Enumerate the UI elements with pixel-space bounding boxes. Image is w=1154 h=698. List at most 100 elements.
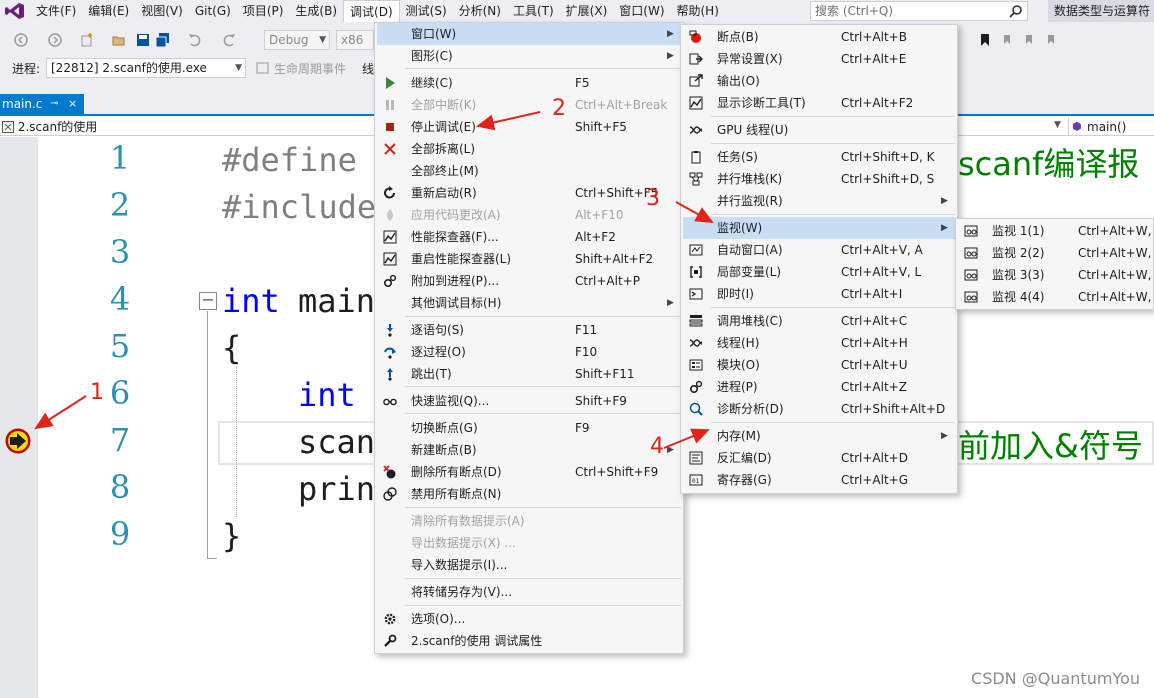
process-select[interactable]: [22812] 2.scanf的使用.exe ▼ bbox=[46, 58, 246, 78]
next-bookmark-icon[interactable] bbox=[1022, 33, 1036, 47]
menu-item-autos[interactable]: 自动窗口(A) Ctrl+Alt+V, A bbox=[683, 239, 955, 261]
menu-separator bbox=[711, 116, 955, 117]
menu-item-restart[interactable]: 重新启动(R) Ctrl+Shift+F5 bbox=[377, 182, 681, 204]
menu-item-apply-code-changes[interactable]: 应用代码更改(A) Alt+F10 bbox=[377, 204, 681, 226]
menu-item-tasks[interactable]: 任务(S) Ctrl+Shift+D, K bbox=[683, 146, 955, 168]
menu-item-terminate-all[interactable]: 全部终止(M) bbox=[377, 160, 681, 182]
configuration-select[interactable]: Debug ▼ bbox=[264, 30, 330, 50]
menu-edit[interactable]: 编辑(E) bbox=[82, 0, 135, 22]
menu-item-memory[interactable]: 内存(M) ▶ bbox=[683, 425, 955, 447]
menu-tools[interactable]: 工具(T) bbox=[507, 0, 560, 22]
menu-item-watch-3[interactable]: 监视 3(3) Ctrl+Alt+W, 3 bbox=[958, 264, 1154, 286]
indicator-margin[interactable] bbox=[0, 137, 38, 698]
menu-item-step-over[interactable]: 逐过程(O) F10 bbox=[377, 341, 681, 363]
menu-item-quick-watch[interactable]: 快速监视(Q)... Shift+F9 bbox=[377, 390, 681, 412]
save-icon[interactable] bbox=[136, 33, 150, 47]
menu-item-watch[interactable]: 监视(W) ▶ bbox=[683, 217, 955, 239]
save-all-icon[interactable] bbox=[156, 33, 170, 47]
menu-item-parallel-watch[interactable]: 并行监视(R) ▶ bbox=[683, 190, 955, 212]
menu-item-processes[interactable]: 进程(P) Ctrl+Alt+Z bbox=[683, 376, 955, 398]
lifecycle-events-icon[interactable] bbox=[256, 61, 270, 75]
lifecycle-events-label[interactable]: 生命周期事件 bbox=[274, 60, 346, 77]
redo-icon[interactable] bbox=[222, 33, 236, 47]
menu-extensions[interactable]: 扩展(X) bbox=[560, 0, 614, 22]
menu-item-graphics[interactable]: 图形(C) ▶ bbox=[377, 45, 681, 67]
menu-item-options[interactable]: 选项(O)... bbox=[377, 608, 681, 630]
menu-item-immediate[interactable]: 即时(I) Ctrl+Alt+I bbox=[683, 283, 955, 305]
menu-item-debug-properties[interactable]: 2.scanf的使用 调试属性 bbox=[377, 630, 681, 652]
menu-item-continue[interactable]: 继续(C) F5 bbox=[377, 72, 681, 94]
menu-view[interactable]: 视图(V) bbox=[135, 0, 189, 22]
menu-item-shortcut: Ctrl+Alt+W, 1 bbox=[1078, 224, 1154, 238]
project-scope-dropdown[interactable]: 2.scanf的使用 bbox=[2, 118, 97, 136]
bookmark-icon[interactable] bbox=[978, 33, 992, 47]
menu-item-gpu-threads[interactable]: GPU 线程(U) bbox=[683, 119, 955, 141]
search-input[interactable]: 搜索 (Ctrl+Q) bbox=[810, 1, 1028, 21]
clear-bookmarks-icon[interactable] bbox=[1044, 33, 1058, 47]
menu-item-locals[interactable]: 局部变量(L) Ctrl+Alt+V, L bbox=[683, 261, 955, 283]
menu-item-relaunch-profiler[interactable]: 重启性能探查器(L) Shift+Alt+F2 bbox=[377, 248, 681, 270]
menu-window[interactable]: 窗口(W) bbox=[613, 0, 670, 22]
menu-help[interactable]: 帮助(H) bbox=[671, 0, 725, 22]
menu-project[interactable]: 项目(P) bbox=[237, 0, 290, 22]
open-folder-icon[interactable] bbox=[112, 33, 126, 47]
menu-item-diagnostic-tools[interactable]: 显示诊断工具(T) Ctrl+Alt+F2 bbox=[683, 92, 955, 114]
new-project-icon[interactable] bbox=[80, 33, 94, 47]
menu-item-shortcut: Ctrl+Alt+G bbox=[841, 473, 909, 487]
menu-item-performance-profiler[interactable]: 性能探查器(F)... Alt+F2 bbox=[377, 226, 681, 248]
menu-item-exception-settings[interactable]: 异常设置(X) Ctrl+Alt+E bbox=[683, 48, 955, 70]
chevron-down-icon[interactable]: ▼ bbox=[1054, 120, 1061, 130]
search-icon[interactable] bbox=[1009, 4, 1023, 18]
menu-item-output[interactable]: 输出(O) bbox=[683, 70, 955, 92]
menu-item-export-datatips[interactable]: 导出数据提示(X) ... bbox=[377, 532, 681, 554]
visual-studio-logo-icon[interactable] bbox=[0, 0, 30, 22]
function-scope-dropdown[interactable]: ⬢ main() bbox=[1068, 118, 1154, 136]
menu-analyze[interactable]: 分析(N) bbox=[453, 0, 507, 22]
menu-item-stop-debugging[interactable]: 停止调试(E) Shift+F5 bbox=[377, 116, 681, 138]
menu-item-parallel-stacks[interactable]: 并行堆栈(K) Ctrl+Shift+D, S bbox=[683, 168, 955, 190]
menu-item-new-breakpoint[interactable]: 新建断点(B) ▶ bbox=[377, 439, 681, 461]
menu-separator bbox=[711, 307, 955, 308]
menu-item-disassembly[interactable]: 反汇编(D) Ctrl+Alt+D bbox=[683, 447, 955, 469]
menu-test[interactable]: 测试(S) bbox=[400, 0, 453, 22]
menu-item-attach-to-process[interactable]: 附加到进程(P)... Ctrl+Alt+P bbox=[377, 270, 681, 292]
menu-item-watch-4[interactable]: 监视 4(4) Ctrl+Alt+W, 4 bbox=[958, 286, 1154, 308]
menu-item-toggle-breakpoint[interactable]: 切换断点(G) F9 bbox=[377, 417, 681, 439]
menu-item-window[interactable]: 窗口(W) ▶ bbox=[377, 23, 681, 45]
menu-item-import-datatips[interactable]: 导入数据提示(I)... bbox=[377, 554, 681, 576]
menu-item-threads[interactable]: 线程(H) Ctrl+Alt+H bbox=[683, 332, 955, 354]
menu-item-label: 新建断点(B) bbox=[411, 443, 477, 457]
undo-icon[interactable] bbox=[188, 33, 202, 47]
menu-item-watch-2[interactable]: 监视 2(2) Ctrl+Alt+W, 2 bbox=[958, 242, 1154, 264]
menu-item-delete-all-breakpoints[interactable]: 删除所有断点(D) Ctrl+Shift+F9 bbox=[377, 461, 681, 483]
menu-item-save-dump-as[interactable]: 将转储另存为(V)... bbox=[377, 581, 681, 603]
close-icon[interactable]: × bbox=[68, 94, 77, 114]
menu-item-step-into[interactable]: 逐语句(S) F11 bbox=[377, 319, 681, 341]
menu-item-step-out[interactable]: 跳出(T) Shift+F11 bbox=[377, 363, 681, 385]
menu-debug[interactable]: 调试(D) bbox=[343, 0, 400, 22]
menu-item-watch-1[interactable]: 监视 1(1) Ctrl+Alt+W, 1 bbox=[958, 220, 1154, 242]
pin-icon[interactable]: ⊸ bbox=[50, 94, 58, 114]
menu-item-detach-all[interactable]: 全部拆离(L) bbox=[377, 138, 681, 160]
menu-item-call-stack[interactable]: 调用堆栈(C) Ctrl+Alt+C bbox=[683, 310, 955, 332]
menu-item-breakpoints-window[interactable]: 断点(B) Ctrl+Alt+B bbox=[683, 26, 955, 48]
platform-select[interactable]: x86 bbox=[336, 30, 374, 50]
menu-item-break-all[interactable]: 全部中断(K) Ctrl+Alt+Break bbox=[377, 94, 681, 116]
menu-git[interactable]: Git(G) bbox=[189, 0, 237, 22]
menu-item-diagnostic-analysis[interactable]: 诊断分析(D) Ctrl+Shift+Alt+D bbox=[683, 398, 955, 420]
tab-main-c[interactable]: main.c ⊸ × bbox=[0, 94, 84, 114]
execution-pointer-icon[interactable] bbox=[4, 427, 32, 455]
menu-build[interactable]: 生成(B) bbox=[289, 0, 343, 22]
collapse-toggle[interactable]: − bbox=[199, 292, 217, 310]
previous-bookmark-icon[interactable] bbox=[1000, 33, 1014, 47]
menu-item-clear-datatips[interactable]: 清除所有数据提示(A) bbox=[377, 510, 681, 532]
menu-item-registers[interactable]: 01 寄存器(G) Ctrl+Alt+G bbox=[683, 469, 955, 491]
menu-item-label: 异常设置(X) bbox=[717, 52, 783, 66]
menu-item-disable-all-breakpoints[interactable]: 禁用所有断点(N) bbox=[377, 483, 681, 505]
menu-item-modules[interactable]: 模块(O) Ctrl+Alt+U bbox=[683, 354, 955, 376]
back-icon[interactable] bbox=[14, 33, 28, 47]
menu-file[interactable]: 文件(F) bbox=[30, 0, 82, 22]
menu-separator bbox=[405, 316, 681, 317]
menu-item-other-debug-targets[interactable]: 其他调试目标(H) ▶ bbox=[377, 292, 681, 314]
forward-icon[interactable] bbox=[48, 33, 62, 47]
